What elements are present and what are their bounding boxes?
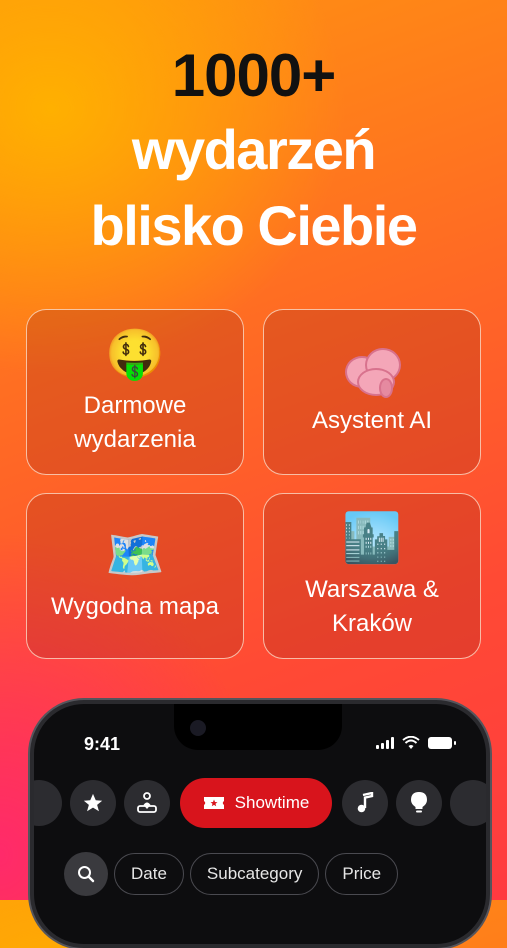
category-music-button[interactable]: [342, 780, 388, 826]
filter-subcategory-chip[interactable]: Subcategory: [189, 853, 320, 895]
category-community-button[interactable]: [124, 780, 170, 826]
hero-headline: 1000+ wydarzeń blisko Ciebie: [0, 40, 507, 264]
filter-bar: Date Subcategory Price: [64, 852, 399, 896]
filter-price-chip[interactable]: Price: [325, 853, 399, 895]
search-icon: [78, 866, 95, 883]
category-showtime-label: Showtime: [234, 793, 310, 812]
category-favorites-button[interactable]: [70, 780, 116, 826]
category-next-button[interactable]: [450, 780, 486, 826]
brain-icon: [343, 346, 401, 398]
money-mouth-face-icon: 🤑: [105, 328, 165, 381]
ticket-icon: [203, 797, 224, 809]
feature-label: Asystent AI: [311, 407, 433, 434]
people-heart-icon: [137, 792, 157, 813]
signal-icon: [376, 737, 394, 749]
category-prev-button[interactable]: [34, 780, 62, 826]
camera-icon: [190, 720, 206, 736]
feature-card-free-events: 🤑 Darmowe wydarzenia: [26, 309, 244, 475]
hero-subtitle: wydarzeń: [131, 118, 377, 181]
star-icon: [83, 793, 103, 812]
filter-date-chip[interactable]: Date: [114, 853, 184, 895]
hero-count: 1000+: [171, 42, 337, 109]
wifi-icon: [402, 736, 420, 749]
feature-label: Darmowe wydarzenia: [74, 392, 196, 453]
music-note-icon: [357, 792, 374, 813]
cityscape-icon: 🏙️: [342, 512, 402, 565]
lightbulb-icon: [411, 792, 427, 813]
status-indicators: [376, 736, 456, 750]
search-button[interactable]: [64, 852, 108, 896]
battery-icon: [428, 737, 456, 749]
feature-card-ai-assistant: Asystent AI: [263, 309, 481, 475]
feature-label: Wygodna mapa: [51, 593, 219, 620]
hero-subtitle-2: blisko Ciebie: [90, 194, 418, 257]
category-showtime-chip[interactable]: Showtime: [180, 778, 332, 828]
feature-card-map: 🗺️ Wygodna mapa: [26, 493, 244, 659]
world-map-icon: 🗺️: [105, 529, 165, 582]
category-ideas-button[interactable]: [396, 780, 442, 826]
feature-card-cities: 🏙️ Warszawa & Kraków: [263, 493, 481, 659]
phone-mockup: 9:41 Showtime Date Subcategory Price: [30, 700, 490, 948]
feature-label: Warszawa & Kraków: [305, 576, 439, 637]
status-time: 9:41: [84, 734, 121, 754]
category-selector: Showtime: [34, 778, 486, 830]
